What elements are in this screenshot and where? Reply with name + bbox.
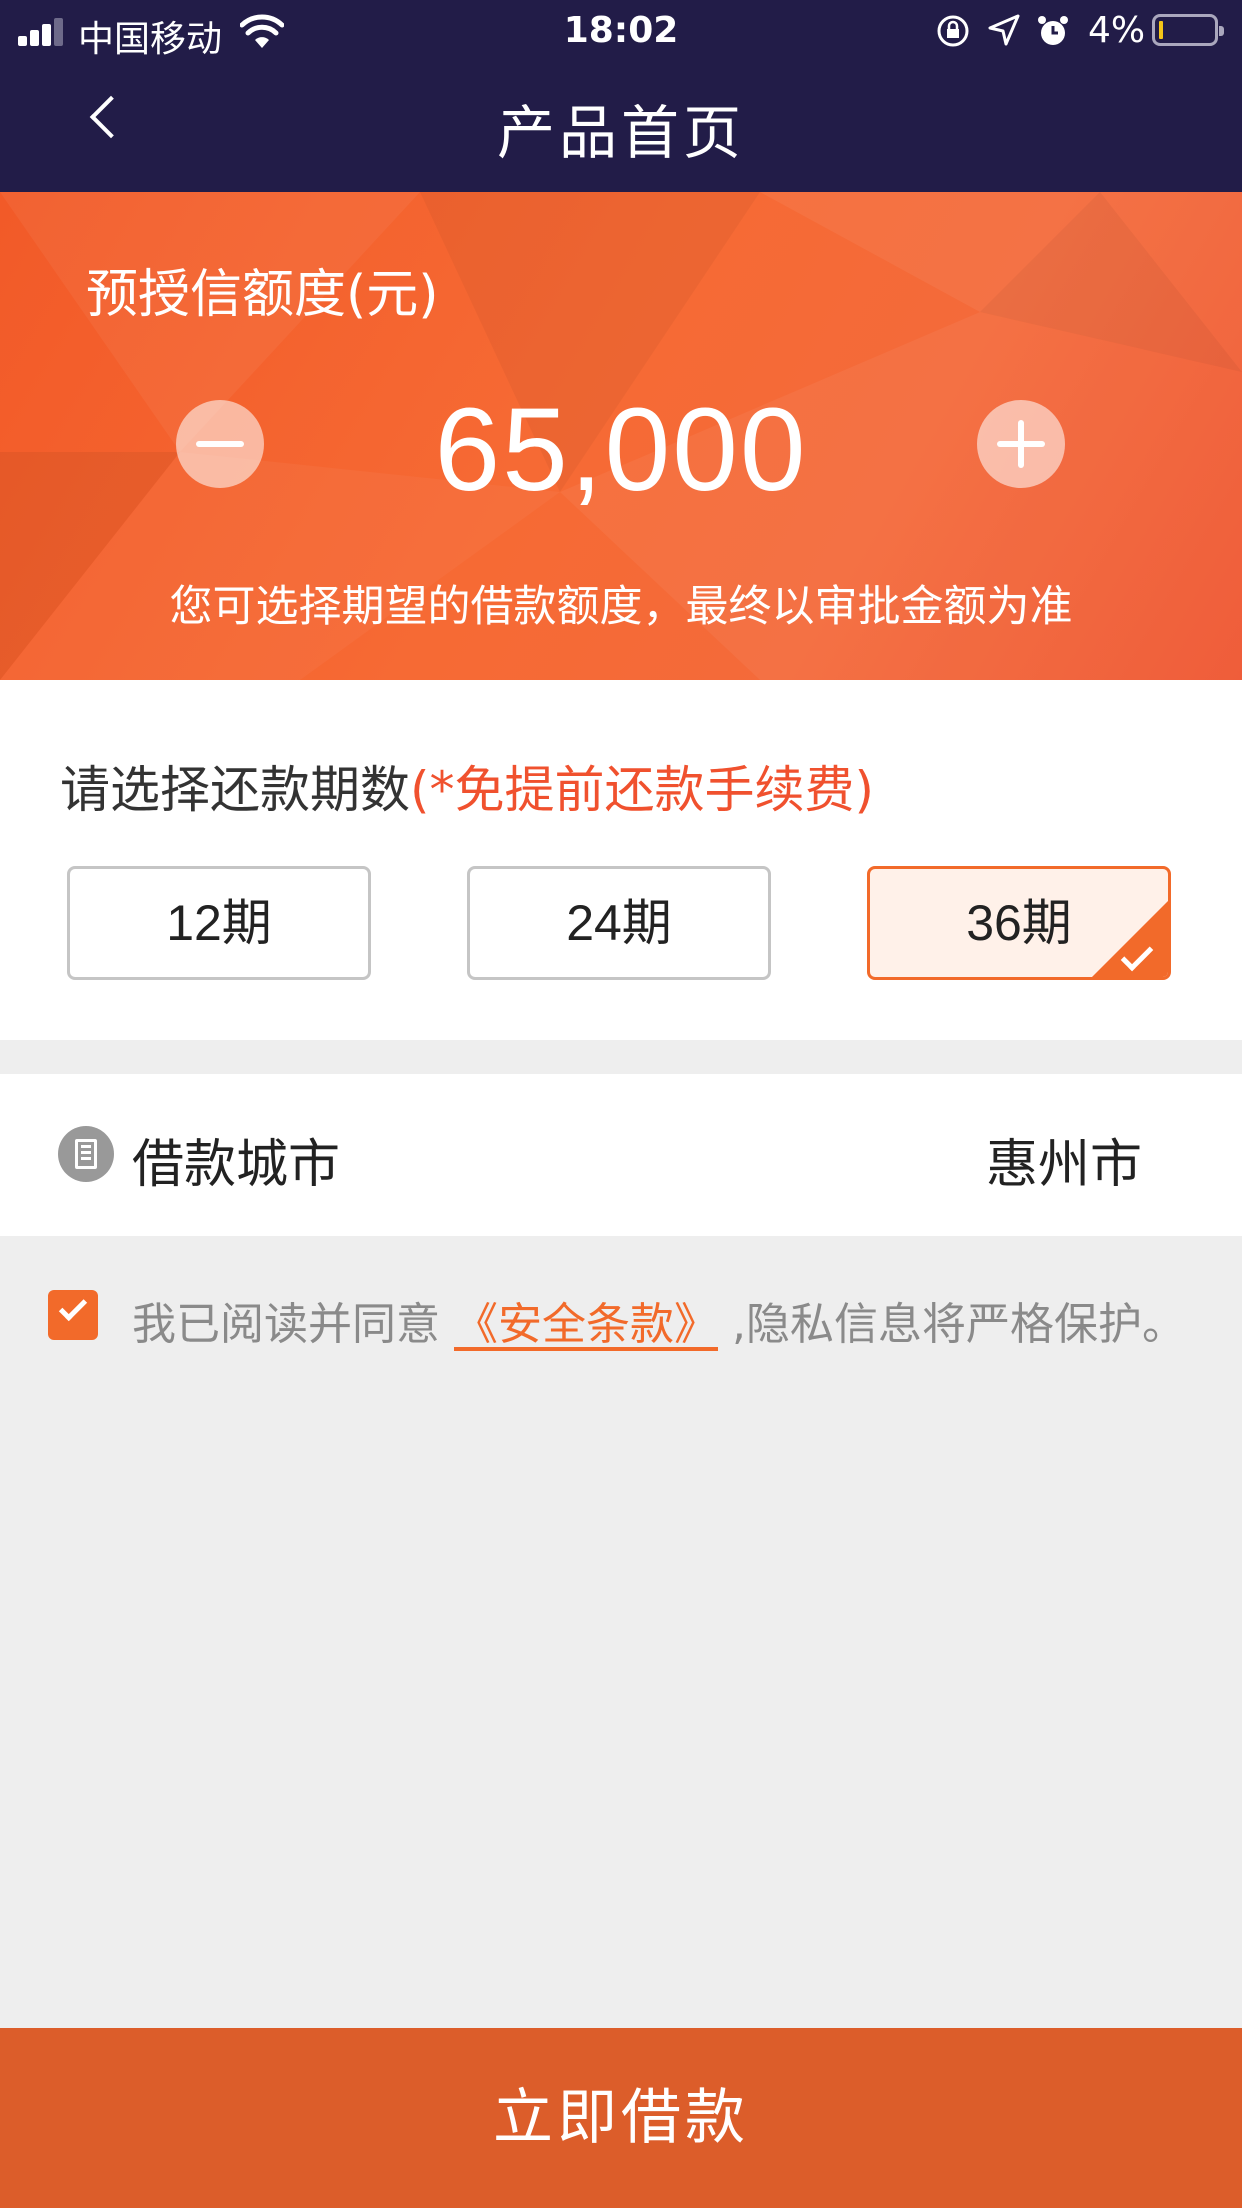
increase-button[interactable] — [977, 400, 1065, 488]
period-option-12[interactable]: 12期 — [67, 866, 371, 980]
period-title: 请选择还款期数(*免提前还款手续费) — [60, 750, 874, 822]
checkmark-icon — [58, 1292, 88, 1322]
top-bar: 中国移动 18:02 4% 产品首页 — [0, 0, 1242, 192]
status-bar: 中国移动 18:02 4% — [0, 0, 1242, 62]
agreement-row: 我已阅读并同意 《安全条款》 ,隐私信息将严格保护。 — [0, 1286, 1242, 1366]
location-icon — [988, 14, 1020, 46]
loan-city-row[interactable]: 借款城市 惠州市 — [0, 1074, 1242, 1236]
period-option-label: 36期 — [966, 895, 1072, 951]
period-option-label: 12期 — [166, 895, 272, 951]
period-title-text: 请选择还款期数 — [60, 761, 410, 819]
city-value: 惠州市 — [985, 1135, 1142, 1195]
credit-panel: 预授信额度(元) 65,000 您可选择期望的借款额度，最终以审批金额为准 — [0, 192, 1242, 680]
battery-icon — [1152, 14, 1224, 46]
battery-level — [1159, 21, 1163, 39]
building-icon — [58, 1126, 114, 1182]
period-option-24[interactable]: 24期 — [467, 866, 771, 980]
agreement-checkbox[interactable] — [48, 1290, 98, 1340]
borrow-now-button[interactable]: 立即借款 — [0, 2028, 1242, 2208]
repayment-period-section: 请选择还款期数(*免提前还款手续费) 12期 24期 36期 — [0, 680, 1242, 1040]
credit-hint: 您可选择期望的借款额度，最终以审批金额为准 — [169, 582, 1073, 632]
page-title: 产品首页 — [496, 99, 745, 167]
agreement-prefix: 我已阅读并同意 — [132, 1299, 454, 1350]
security-terms-link[interactable]: 《安全条款》 — [454, 1299, 718, 1350]
period-option-label: 24期 — [566, 895, 672, 951]
period-option-36[interactable]: 36期 — [867, 866, 1171, 980]
credit-label: 预授信额度(元) — [86, 265, 439, 325]
battery-percent: 4% — [1088, 10, 1146, 51]
agreement-suffix: ,隐私信息将严格保护。 — [718, 1299, 1186, 1350]
rotation-lock-icon — [937, 15, 969, 47]
alarm-icon — [1038, 16, 1068, 45]
city-label: 借款城市 — [132, 1135, 341, 1195]
period-note: (*免提前还款手续费) — [410, 761, 875, 819]
